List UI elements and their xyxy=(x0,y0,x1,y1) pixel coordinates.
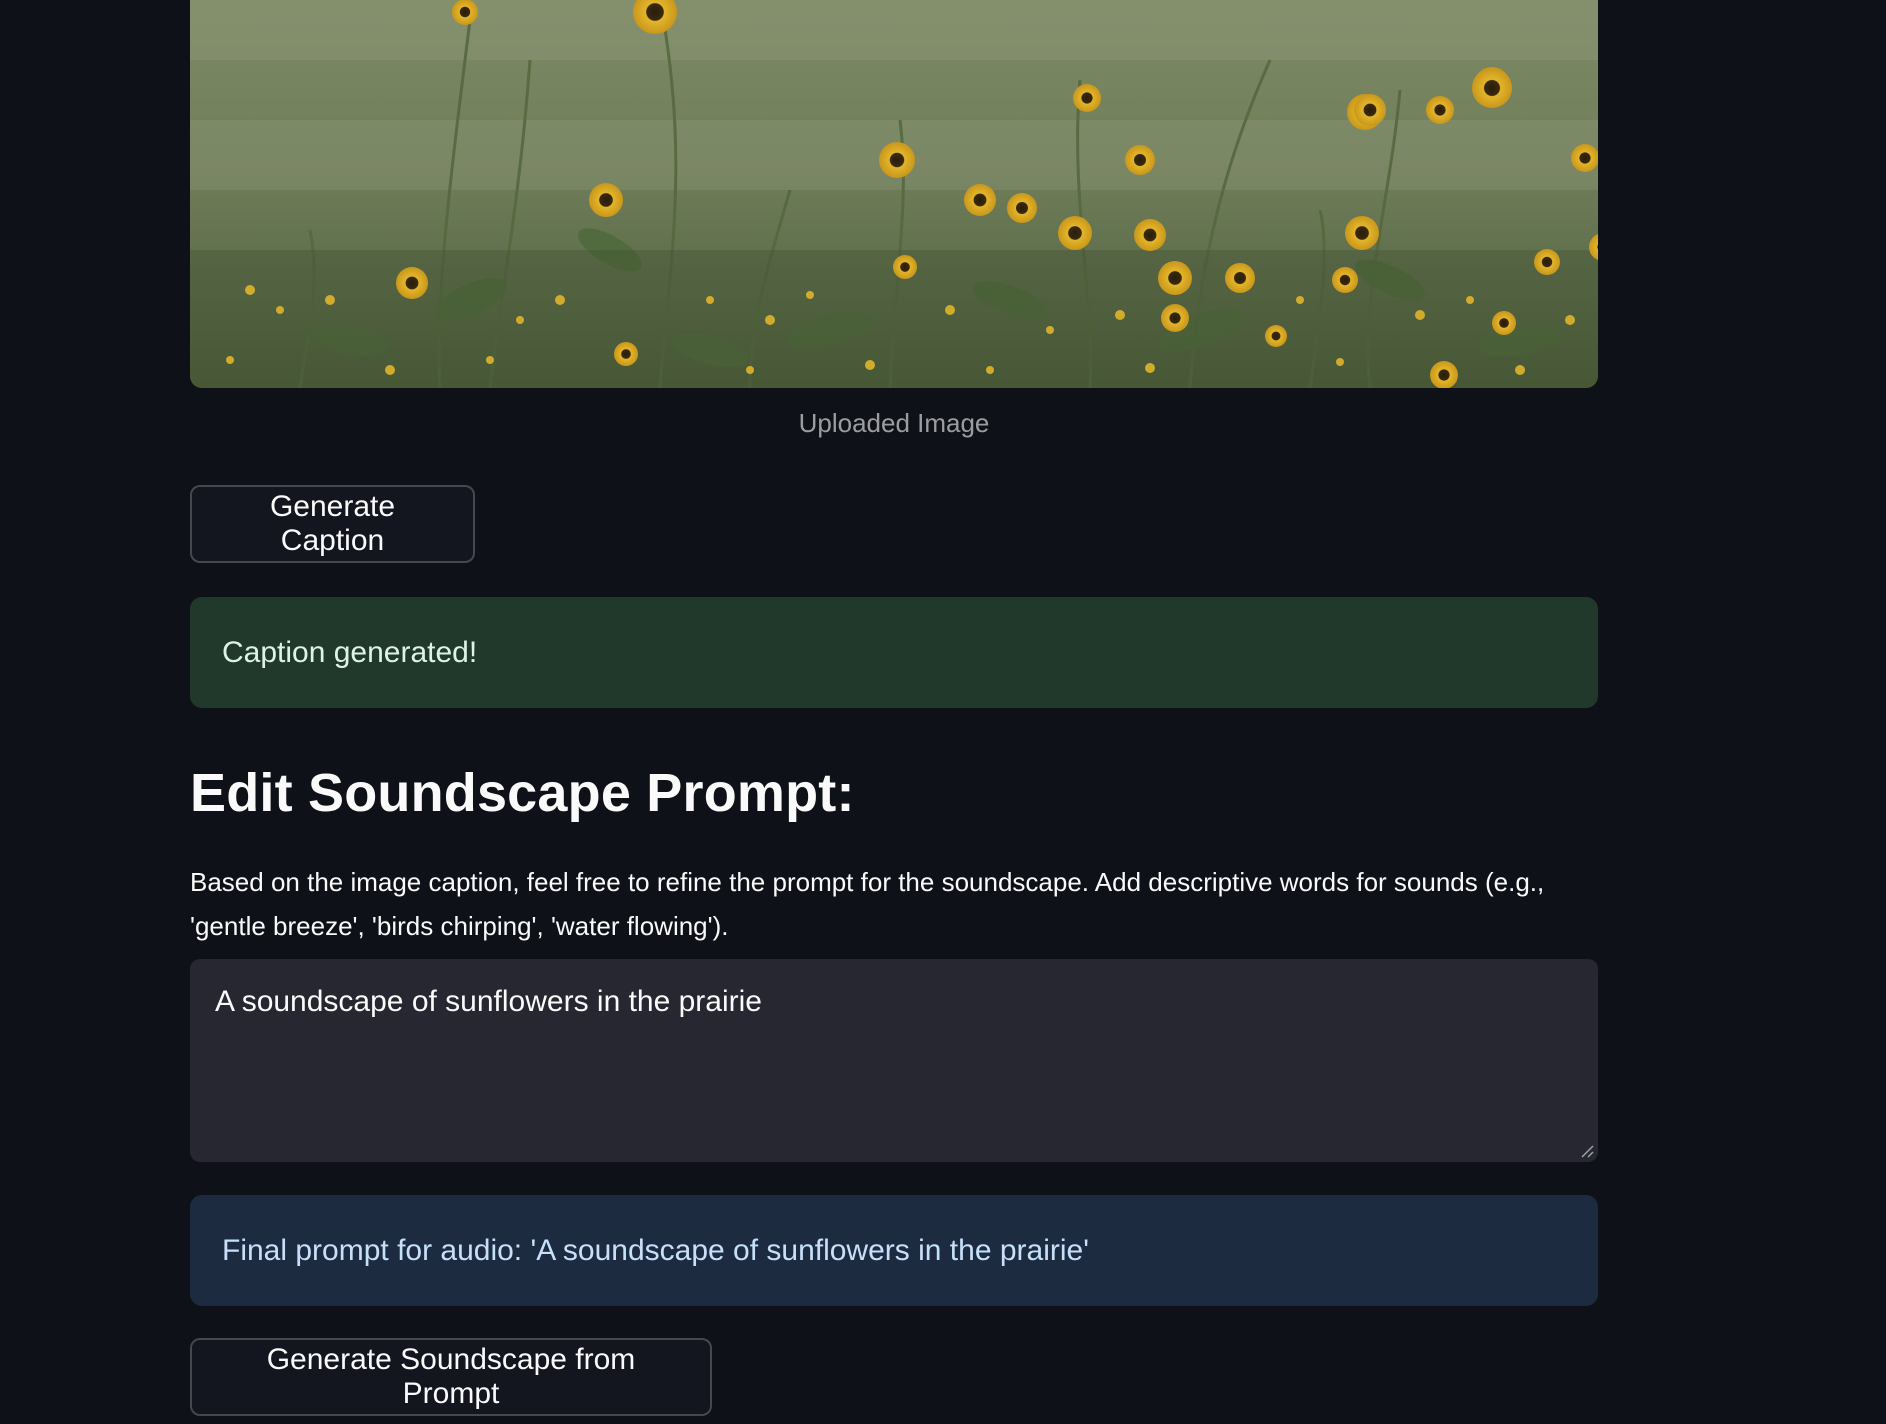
success-alert: Caption generated! xyxy=(190,597,1598,708)
app-main: Uploaded Image Generate Caption Caption … xyxy=(0,0,1886,1424)
page-heading: Edit Soundscape Prompt: xyxy=(190,763,855,823)
sunflower-field-photo xyxy=(190,0,1598,388)
prompt-textarea[interactable]: A soundscape of sunflowers in the prairi… xyxy=(190,959,1598,1162)
prompt-textarea-container: A soundscape of sunflowers in the prairi… xyxy=(190,959,1598,1162)
resize-grip-icon[interactable] xyxy=(1580,1144,1594,1158)
prompt-description: Based on the image caption, feel free to… xyxy=(190,867,1545,941)
image-caption: Uploaded Image xyxy=(798,408,990,438)
generate-caption-button[interactable]: Generate Caption xyxy=(190,485,475,563)
uploaded-image xyxy=(190,0,1598,388)
generate-soundscape-button[interactable]: Generate Soundscape from Prompt xyxy=(190,1338,712,1416)
success-alert-text: Caption generated! xyxy=(222,635,478,669)
info-alert-text: Final prompt for audio: 'A soundscape of… xyxy=(222,1233,1089,1267)
info-alert: Final prompt for audio: 'A soundscape of… xyxy=(190,1195,1598,1306)
